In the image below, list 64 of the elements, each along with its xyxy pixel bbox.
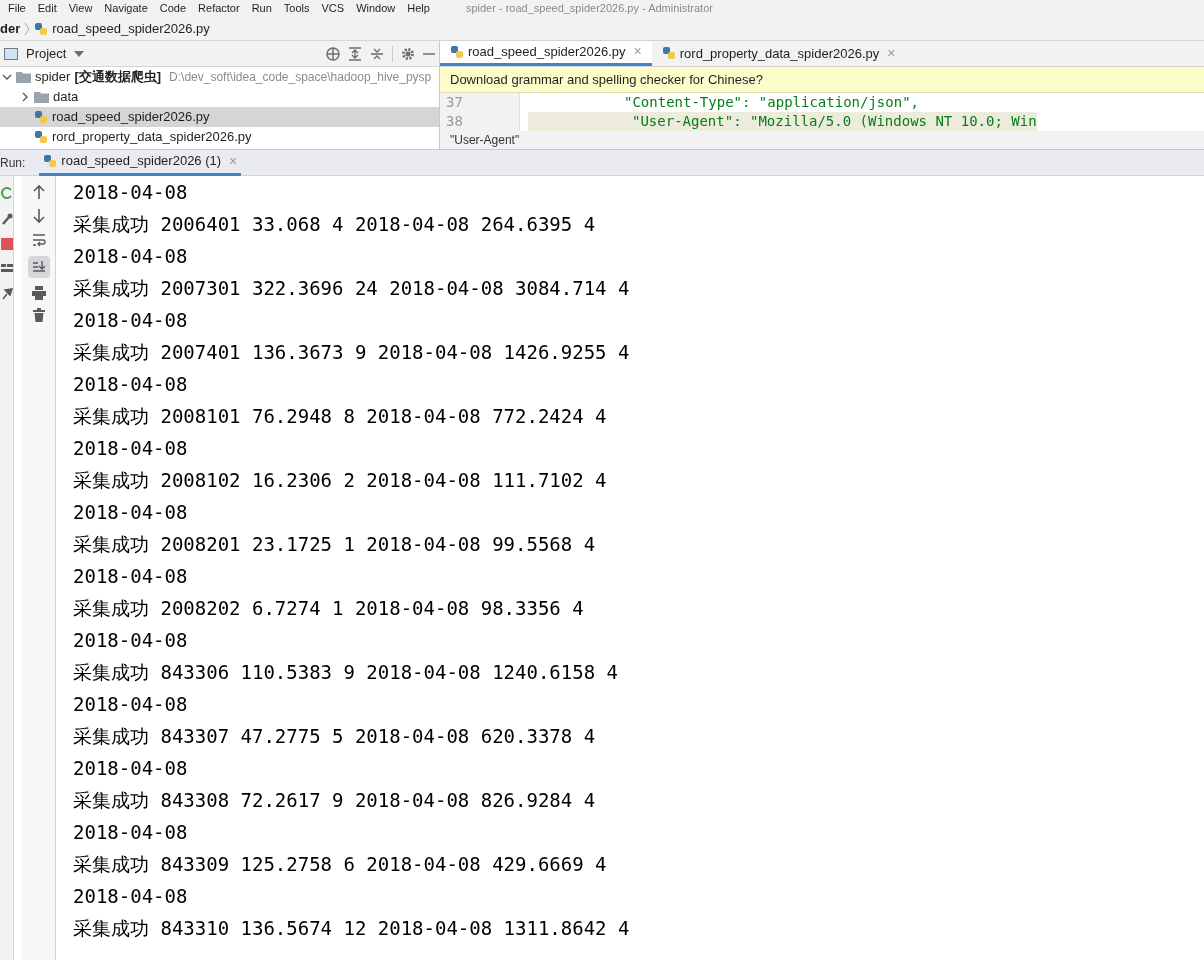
editor-tab[interactable]: road_speed_spider2026.py × xyxy=(440,41,652,66)
menu-item[interactable]: VCS xyxy=(321,0,345,17)
editor-breadcrumb[interactable]: "User-Agent" xyxy=(440,131,1204,149)
run-tab[interactable]: road_speed_spider2026 (1) × xyxy=(39,149,242,176)
soft-wrap-icon[interactable] xyxy=(31,232,46,248)
rerun-icon[interactable] xyxy=(0,186,13,200)
down-arrow-icon[interactable] xyxy=(31,208,46,224)
up-arrow-icon[interactable] xyxy=(31,184,46,200)
line-number: 37 xyxy=(440,93,520,112)
python-file-icon xyxy=(661,46,676,61)
menu-item[interactable]: View xyxy=(68,0,93,17)
menu-item[interactable]: Help xyxy=(407,0,430,17)
chevron-down-icon[interactable] xyxy=(2,72,12,82)
tree-item[interactable]: rord_property_data_spider2026.py xyxy=(0,127,439,147)
trash-icon[interactable] xyxy=(32,308,45,322)
python-file-icon xyxy=(450,44,464,59)
menu-item[interactable]: Refactor xyxy=(198,0,240,17)
panel-title[interactable]: Project xyxy=(26,43,67,64)
run-label: Run: xyxy=(0,154,26,172)
item-label: road_speed_spider2026.py xyxy=(52,108,210,127)
tree-item[interactable]: road_speed_spider2026.py xyxy=(0,107,439,127)
item-detail: D:\dev_soft\idea_code_space\hadoop_hive_pysp xyxy=(169,69,432,86)
item-label: spider xyxy=(35,68,71,87)
chevron-right-icon[interactable] xyxy=(20,92,30,102)
settings-icon[interactable] xyxy=(401,46,415,61)
breadcrumb-item[interactable]: der xyxy=(0,18,21,39)
python-file-icon xyxy=(34,130,48,144)
expand-all-icon[interactable] xyxy=(348,46,362,61)
menu-item[interactable]: Window xyxy=(356,0,396,17)
menu-item[interactable]: File xyxy=(8,0,26,17)
pin-icon[interactable] xyxy=(0,286,13,300)
python-file-icon xyxy=(34,110,48,124)
separator-icon xyxy=(24,21,31,36)
python-file-icon xyxy=(34,21,49,36)
layout-icon[interactable] xyxy=(0,262,13,274)
line-number: 38 xyxy=(440,112,520,131)
breadcrumb-item[interactable]: road_speed_spider2026.py xyxy=(52,18,210,39)
menu-item[interactable]: Code xyxy=(159,0,187,17)
folder-icon xyxy=(34,91,49,103)
tree-item[interactable]: spider [交通数据爬虫] D:\dev_soft\idea_code_space\hadoop_hive_pysp xyxy=(0,67,439,87)
console-output: 2018-04-08 采集成功 2006401 33.068 4 2018-04-08 264.6395 4 2018-04-08 采集成功 2007301 322.3696 24 2018-04-08 3084.714 4 2018-04-08 采集成功 2007401 136.3673 9 2018-04-08 1426.9255 4 2018-04-08 采集成功 2008101 76.2948 8 2018-04-08 772.2424 4 2018-04-08 采集成功 2008102 16.2306 2 2018-04-08 111.7102 4 2018-04-08 采集成功 2008201 23.1725 1 2018-04-08 99.5568 4 2018-04-08 采集成功 2008202 6.7274 1 2018-04-08 98.3356 4 2018-04-08 采集成功 843306 110.5383 9 2018-04-08 1240.6158 4 2018-04-08 采集成功 843307 47.2775 5 2018-04-08 620.3378 4 2018-04-08 采集成功 843308 72.2617 9 2018-04-08 826.9284 4 2018-04-08 采集成功 843309 125.2758 6 2018-04-08 429.6669 4 2018-04-08 采集成功 843310 136.5674 12 2018-04-08 1311.8642 4 xyxy=(72,180,631,941)
menu-item[interactable]: Tools xyxy=(283,0,310,17)
code-line: "Content-Type": "application/json", xyxy=(623,93,919,112)
dropdown-icon[interactable] xyxy=(74,50,85,57)
menu-item[interactable]: Edit xyxy=(37,0,57,17)
editor-tab[interactable]: rord_property_data_spider2026.py × xyxy=(651,41,906,66)
item-detail: [交通数据爬虫] xyxy=(74,68,162,87)
printer-icon[interactable] xyxy=(31,286,46,300)
menu-item[interactable]: Run xyxy=(251,0,272,17)
scroll-to-end-button[interactable] xyxy=(27,256,50,278)
stop-icon[interactable] xyxy=(0,238,13,250)
notification-banner: Download grammar and spelling checker for Chinese? xyxy=(440,66,1204,93)
folder-icon xyxy=(16,71,31,83)
scroll-to-end-icon xyxy=(31,260,46,274)
window-title: spider - road_speed_spider2026.py - Administrator xyxy=(465,1,713,17)
locate-icon[interactable] xyxy=(326,46,340,61)
tree-item[interactable]: data xyxy=(0,87,439,107)
collapse-all-icon[interactable] xyxy=(370,46,384,61)
wrench-icon[interactable] xyxy=(0,212,13,226)
item-label: rord_property_data_spider2026.py xyxy=(52,128,252,147)
item-label: data xyxy=(53,88,79,107)
window-icon xyxy=(4,47,18,60)
menu-item[interactable]: Navigate xyxy=(104,0,148,17)
python-file-icon xyxy=(43,154,58,168)
